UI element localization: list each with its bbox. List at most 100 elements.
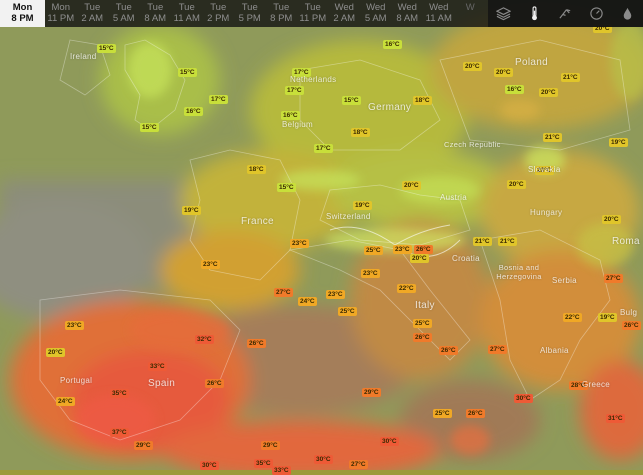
time-slot-time: 8 PM [11,13,34,24]
temperature-label: 27°C [604,274,623,283]
temperature-label: 22°C [563,313,582,322]
country-label: Bosnia and Herzegovina [496,263,542,281]
country-label: Albania [540,346,569,355]
time-slot[interactable]: Tue 8 AM [140,0,172,27]
country-label: Ireland [70,52,97,61]
precipitation-drop-icon[interactable] [612,0,643,27]
temperature-label: 30°C [200,461,219,470]
temperature-label: 33°C [272,466,291,475]
time-slot[interactable]: Tue 11 AM [171,0,203,27]
wind-icon[interactable] [550,0,581,27]
time-slot-day: Mon [51,2,70,13]
time-slot[interactable]: Wed 8 AM [392,0,424,27]
pressure-gauge-icon[interactable] [581,0,612,27]
temperature-label: 23°C [393,245,412,254]
temperature-label: 23°C [326,290,345,299]
temperature-label: 20°C [402,181,421,190]
time-slot-time: 11 AM [425,13,452,24]
temperature-label: 24°C [298,297,317,306]
country-label: Bulg [620,308,638,317]
country-label: Roma [612,236,640,247]
temperature-label: 26°C [413,333,432,342]
temperature-label: 15°C [178,68,197,77]
time-slot[interactable]: Tue 5 AM [108,0,140,27]
time-slot-time: 8 AM [396,13,419,24]
time-slot-day: Wed [334,2,354,13]
temperature-label: 29°C [261,441,280,450]
temperature-label: 20°C [463,62,482,71]
time-slot[interactable]: Tue 11 PM [297,0,329,27]
temperature-label: 26°C [205,379,224,388]
temperature-label: 25°C [413,319,432,328]
time-slot[interactable]: Mon 8 PM [0,0,45,27]
temperature-label: 17°C [314,144,333,153]
temperature-label: 30°C [314,455,333,464]
temperature-label: 16°C [505,85,524,94]
temperature-label: 23°C [361,269,380,278]
time-slot[interactable]: W [455,0,487,27]
temperature-label: 21°C [561,73,580,82]
temperature-label: 22°C [397,284,416,293]
country-label: Slovakia [528,165,561,174]
time-slot[interactable]: Tue 8 PM [266,0,298,27]
temperature-label: 15°C [342,96,361,105]
temperature-label: 26°C [439,346,458,355]
weather-map[interactable] [0,0,643,470]
temperature-label: 37°C [110,428,129,437]
time-slot-day: Wed [366,2,386,13]
time-slot[interactable]: Mon 11 PM [45,0,77,27]
country-label: Croatia [452,254,480,263]
temperature-label: 20°C [46,348,65,357]
temperature-label: 17°C [209,95,228,104]
time-slot-time: 2 AM [81,13,104,24]
time-slot[interactable]: Tue 2 AM [77,0,109,27]
country-label: Netherlands [290,75,337,84]
time-slot-day: Tue [210,2,227,13]
thermometer-icon[interactable] [519,0,550,27]
country-label: Italy [415,300,435,311]
time-slot-day: Tue [178,2,195,13]
time-slot-day: Wed [397,2,417,13]
time-slot-day: Tue [304,2,321,13]
time-slot-time: 5 AM [364,13,387,24]
temperature-label: 26°C [247,339,266,348]
temperature-label: 20°C [602,215,621,224]
temperature-label: 26°C [622,321,641,330]
country-label: Serbia [552,276,577,285]
temperature-label: 25°C [433,409,452,418]
temperature-label: 17°C [285,86,304,95]
temperature-label: 15°C [140,123,159,132]
temperature-label: 24°C [56,397,75,406]
country-label: Czech Republic [444,140,501,149]
time-slot-day: Tue [115,2,132,13]
temperature-label: 19°C [598,313,617,322]
layers-icon[interactable] [488,0,519,27]
time-slot[interactable]: Wed 11 AM [423,0,455,27]
time-slot[interactable]: Wed 5 AM [360,0,392,27]
temperature-label: 16°C [184,107,203,116]
country-label: Spain [148,378,176,389]
time-slot[interactable]: Tue 2 PM [203,0,235,27]
time-slot-time: 2 AM [333,13,356,24]
temperature-label: 21°C [498,237,517,246]
temperature-label: 21°C [473,237,492,246]
country-label: Hungary [530,208,563,217]
country-label: Germany [368,102,412,113]
time-slot-time: 8 PM [270,13,293,24]
time-slot-time: 2 PM [207,13,230,24]
time-slot[interactable]: Wed 2 AM [329,0,361,27]
country-label: Switzerland [326,212,371,221]
country-label: France [241,216,274,227]
temperature-label: 20°C [539,88,558,97]
temperature-label: 33°C [148,362,167,371]
temperature-label: 21°C [543,133,562,142]
time-slot-time: 5 AM [112,13,135,24]
time-slot-day: Tue [84,2,101,13]
country-label: Poland [515,57,548,68]
time-slot[interactable]: Tue 5 PM [234,0,266,27]
temperature-label: 26°C [466,409,485,418]
temperature-label: 16°C [383,40,402,49]
temperature-label: 27°C [488,345,507,354]
temperature-label: 26°C [414,245,433,254]
temperature-label: 29°C [134,441,153,450]
